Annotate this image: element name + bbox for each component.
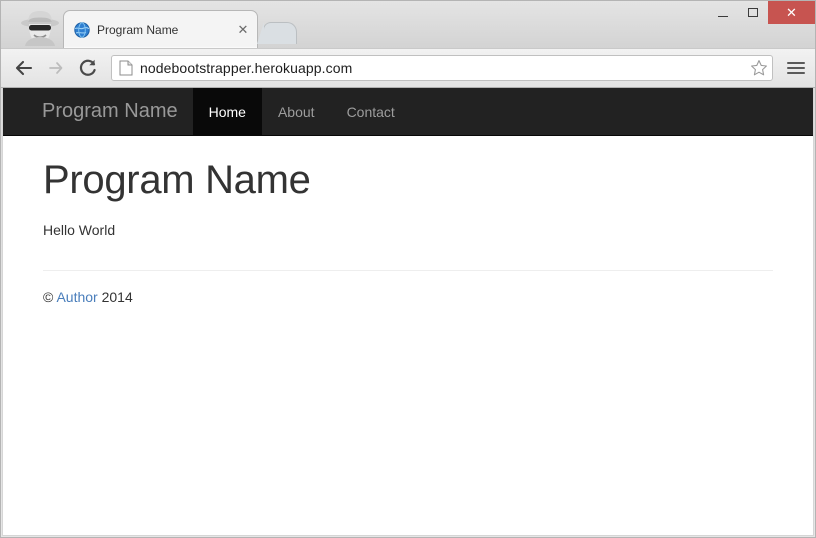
globe-favicon [74, 21, 90, 38]
tab-title: Program Name [97, 22, 179, 37]
reload-button[interactable] [77, 57, 99, 79]
footer-author-link[interactable]: Author [56, 289, 97, 305]
page-footer: © Author 2014 [43, 289, 773, 305]
minimize-button[interactable] [708, 1, 738, 24]
page-body-text: Hello World [43, 222, 116, 238]
back-button[interactable] [13, 57, 35, 79]
footer-copyright-symbol: © [43, 289, 54, 305]
url-text[interactable]: nodebootstrapper.herokuapp.com [140, 60, 750, 76]
forward-button[interactable] [45, 57, 67, 79]
window-controls: ✕ [708, 1, 815, 24]
hamburger-menu-icon[interactable] [787, 59, 805, 77]
page-document-icon [119, 60, 133, 76]
site-navbar: Program Name Home About Contact [3, 88, 813, 136]
new-tab-button[interactable] [257, 22, 297, 44]
navbar-links: Home About Contact [192, 88, 411, 135]
maximize-button[interactable] [738, 1, 768, 24]
browser-toolbar: nodebootstrapper.herokuapp.com [1, 48, 815, 88]
nav-item-about[interactable]: About [262, 88, 331, 135]
page-viewport: Program Name Home About Contact Program … [2, 88, 814, 536]
close-button[interactable]: ✕ [768, 1, 815, 24]
footer-divider [43, 270, 773, 271]
incognito-spy-icon [19, 10, 61, 46]
navbar-brand[interactable]: Program Name [3, 88, 193, 135]
page-title: Program Name [43, 158, 311, 202]
browser-tab[interactable]: Program Name ✕ [63, 10, 258, 48]
tab-close-icon[interactable]: ✕ [235, 22, 251, 38]
tab-strip: Program Name ✕ ✕ [1, 1, 815, 48]
nav-item-contact[interactable]: Contact [331, 88, 411, 135]
footer-year: 2014 [101, 289, 133, 305]
address-bar[interactable]: nodebootstrapper.herokuapp.com [111, 55, 773, 81]
page-container: Program Name Hello World © Author 2014 [3, 136, 813, 305]
browser-window: Program Name ✕ ✕ nodebootstrapper.heroku… [0, 0, 816, 538]
bookmark-star-icon[interactable] [750, 59, 768, 77]
nav-item-home[interactable]: Home [192, 88, 262, 135]
